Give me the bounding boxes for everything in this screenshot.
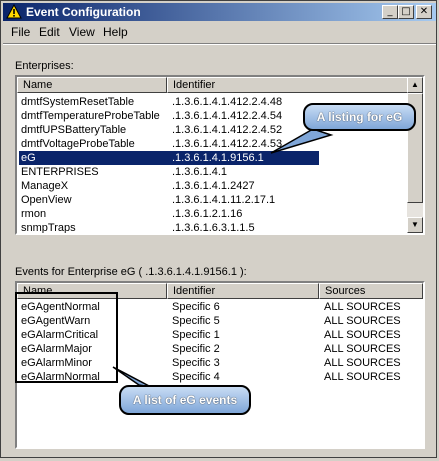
events-callout: A list of eG events	[119, 385, 251, 415]
enterprise-identifier: .1.3.6.1.4.1.412.2.4.48	[172, 96, 283, 108]
events-callout-text: A list of eG events	[132, 393, 238, 407]
event-sources: ALL SOURCES	[324, 357, 401, 369]
listing-callout-text: A listing for eG	[316, 110, 403, 124]
maximize-button[interactable]: □	[398, 5, 414, 19]
event-identifier: Specific 3	[172, 357, 220, 369]
enterprise-row[interactable]: dmtfVoltageProbeTable .1.3.6.1.4.1.412.2.…	[17, 137, 409, 151]
menu-view[interactable]: View	[69, 25, 95, 39]
selection-highlight	[19, 151, 319, 165]
enterprise-identifier: .1.3.6.1.4.1.412.2.4.53	[172, 138, 283, 150]
close-button[interactable]: ✕	[416, 5, 432, 19]
minimize-button[interactable]: _	[382, 5, 398, 19]
enterprise-name: OpenView	[21, 194, 72, 206]
menu-help[interactable]: Help	[103, 25, 128, 39]
enterprises-header-identifier[interactable]: Identifier	[167, 77, 409, 93]
menu-edit[interactable]: Edit	[39, 25, 60, 39]
event-sources: ALL SOURCES	[324, 329, 401, 341]
menu-bar: File Edit View Help	[3, 23, 436, 41]
events-highlight-box	[15, 292, 118, 383]
enterprises-scrollbar[interactable]: ▲ ▼	[407, 77, 423, 233]
window-title: Event Configuration	[26, 5, 141, 19]
scroll-down-button[interactable]: ▼	[407, 217, 423, 233]
event-identifier: Specific 2	[172, 343, 220, 355]
menu-separator	[3, 43, 436, 45]
event-identifier: Specific 5	[172, 315, 220, 327]
enterprise-identifier: .1.3.6.1.2.1.16	[172, 208, 243, 220]
enterprise-name: ManageX	[21, 180, 69, 192]
event-identifier: Specific 6	[172, 301, 220, 313]
event-sources: ALL SOURCES	[324, 343, 401, 355]
events-header-identifier[interactable]: Identifier	[167, 283, 319, 299]
menu-file[interactable]: File	[11, 25, 30, 39]
enterprise-identifier: .1.3.6.1.4.1.412.2.4.54	[172, 110, 283, 122]
enterprise-name: snmpTraps	[21, 222, 76, 234]
event-identifier: Specific 4	[172, 371, 220, 383]
enterprise-row[interactable]: ManageX .1.3.6.1.4.1.2427	[17, 179, 409, 193]
events-label: Events for Enterprise eG ( .1.3.6.1.4.1.…	[15, 266, 247, 278]
enterprise-identifier: .1.3.6.1.4.1.412.2.4.52	[172, 124, 283, 136]
enterprise-identifier: .1.3.6.1.6.3.1.1.5	[172, 222, 255, 234]
enterprises-label: Enterprises:	[15, 60, 74, 72]
enterprise-name: ENTERPRISES	[21, 166, 99, 178]
enterprise-row[interactable]: eG .1.3.6.1.4.1.9156.1	[17, 151, 409, 165]
enterprise-name: eG	[21, 152, 36, 164]
enterprise-identifier: .1.3.6.1.4.1.11.2.17.1	[172, 194, 276, 206]
enterprise-row[interactable]: OpenView .1.3.6.1.4.1.11.2.17.1	[17, 193, 409, 207]
event-configuration-window: Event Configuration _ □ ✕ File Edit View…	[0, 0, 437, 458]
event-sources: ALL SOURCES	[324, 371, 401, 383]
enterprise-name: dmtfUPSBatteryTable	[21, 124, 127, 136]
enterprise-name: dmtfTemperatureProbeTable	[21, 110, 160, 122]
events-header-sources[interactable]: Sources	[319, 283, 423, 299]
enterprise-row[interactable]: rmon .1.3.6.1.2.1.16	[17, 207, 409, 221]
event-sources: ALL SOURCES	[324, 315, 401, 327]
warning-icon	[6, 4, 22, 19]
event-sources: ALL SOURCES	[324, 301, 401, 313]
enterprises-header-name[interactable]: Name	[17, 77, 167, 93]
enterprise-identifier: .1.3.6.1.4.1.9156.1	[172, 152, 264, 164]
enterprise-name: rmon	[21, 208, 47, 220]
listing-callout: A listing for eG	[303, 103, 416, 131]
enterprise-name: dmtfVoltageProbeTable	[21, 138, 135, 150]
enterprise-row[interactable]: ENTERPRISES .1.3.6.1.4.1	[17, 165, 409, 179]
event-identifier: Specific 1	[172, 329, 220, 341]
enterprise-name: dmtfSystemResetTable	[21, 96, 135, 108]
title-bar[interactable]: Event Configuration _ □ ✕	[3, 3, 436, 21]
enterprise-identifier: .1.3.6.1.4.1	[172, 166, 228, 178]
events-bottom-area	[17, 427, 423, 447]
enterprise-identifier: .1.3.6.1.4.1.2427	[172, 180, 255, 192]
scroll-up-button[interactable]: ▲	[407, 77, 423, 93]
enterprise-row[interactable]: snmpTraps .1.3.6.1.6.3.1.1.5	[17, 221, 409, 234]
enterprises-list[interactable]: Name Identifier dmtfSystemResetTable .1.3…	[15, 75, 425, 235]
